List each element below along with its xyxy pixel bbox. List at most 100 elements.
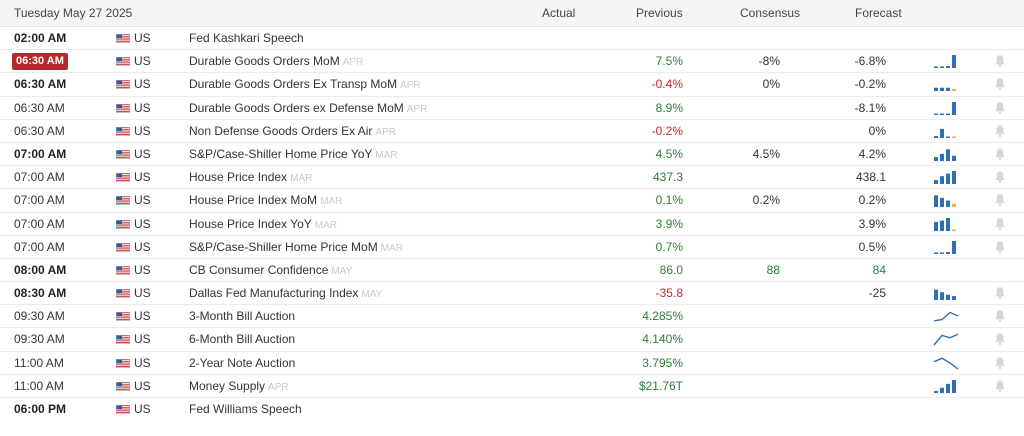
us-flag-icon [116, 265, 130, 275]
us-flag-icon [116, 405, 130, 414]
spark-bar [952, 136, 956, 138]
event-name[interactable]: Money Supply APR [189, 378, 289, 394]
previous-value: -0.4% [651, 77, 683, 92]
trend-bar-chart[interactable] [932, 378, 960, 394]
column-actual[interactable]: Actual [542, 6, 575, 20]
bell-icon[interactable] [994, 77, 1006, 91]
bell-icon[interactable] [994, 332, 1006, 346]
spark-bar [934, 289, 938, 301]
bell-icon[interactable] [994, 379, 1006, 393]
table-row[interactable]: 09:30 AM US 6-Month Bill Auction 4.140% [0, 328, 1024, 352]
trend-bar-chart[interactable] [932, 53, 960, 69]
event-name[interactable]: Durable Goods Orders Ex Transp MoM APR [189, 78, 421, 92]
table-row[interactable]: 02:00 AM US Fed Kashkari Speech [0, 27, 1024, 51]
previous-value: $21.76T [638, 378, 683, 393]
country-code: US [134, 378, 151, 393]
forecast-value: 84 [872, 262, 886, 277]
event-time: 08:00 AM [14, 262, 67, 277]
trend-line-chart[interactable] [932, 355, 960, 371]
bell-icon[interactable] [994, 101, 1006, 115]
event-name[interactable]: S&P/Case-Shiller Home Price YoY MAR [189, 147, 398, 162]
event-name[interactable]: Non Defense Goods Orders Ex Air APR [189, 124, 396, 139]
trend-line-chart[interactable] [932, 308, 960, 324]
table-row[interactable]: 07:00 AM US S&P/Case-Shiller Home Price Mo… [0, 236, 1024, 259]
trend-bar-chart[interactable] [932, 239, 960, 255]
table-row[interactable]: 06:30 AM US Durable Goods Orders MoM APR 7.5… [0, 50, 1024, 74]
reference-period: MAY [361, 289, 383, 301]
us-flag-icon [116, 149, 130, 159]
table-row[interactable]: 07:00 AM US House Price Index YoY MAR 3.9% 3.… [0, 213, 1024, 236]
table-row[interactable]: 08:00 AM US CB Consumer Confidence MAY 86.0 8… [0, 259, 1024, 283]
bell-icon[interactable] [994, 309, 1006, 323]
event-time: 07:00 AM [14, 193, 65, 208]
us-flag-icon [116, 57, 130, 67]
trend-bar-chart[interactable] [932, 123, 960, 139]
event-time: 08:30 AM [14, 286, 67, 301]
event-name[interactable]: 6-Month Bill Auction [189, 333, 295, 346]
spark-bar [940, 252, 944, 254]
event-name[interactable]: S&P/Case-Shiller Home Price MoM MAR [189, 240, 403, 255]
bell-icon[interactable] [994, 193, 1006, 207]
event-name[interactable]: House Price Index MoM MAR [189, 194, 342, 208]
table-row[interactable]: 07:00 AM US S&P/Case-Shiller Home Price Yo… [0, 143, 1024, 167]
us-flag-icon [116, 126, 130, 136]
event-name-label: Durable Goods Orders Ex Transp MoM [189, 77, 398, 92]
column-forecast[interactable]: Forecast [855, 6, 902, 20]
trend-bar-chart[interactable] [932, 100, 960, 116]
spark-bar [934, 88, 938, 92]
event-time: 11:00 AM [14, 355, 64, 370]
trend-bar-chart[interactable] [932, 192, 960, 208]
forecast-value: 3.9% [858, 216, 886, 231]
previous-value: -0.2% [651, 123, 683, 138]
country-code: US [134, 31, 151, 45]
trend-bar-chart[interactable] [932, 285, 960, 301]
spark-bar [952, 229, 956, 231]
trend-bar-chart[interactable] [932, 76, 960, 92]
bell-icon[interactable] [994, 356, 1006, 370]
table-row[interactable]: 06:00 PM US Fed Williams Speech [0, 398, 1024, 421]
bell-icon[interactable] [994, 217, 1006, 231]
event-name[interactable]: 2-Year Note Auction [189, 356, 295, 370]
event-time: 06:30 AM [14, 123, 65, 138]
bell-icon[interactable] [994, 286, 1006, 300]
event-name[interactable]: Fed Kashkari Speech [189, 32, 304, 45]
table-row[interactable]: 06:30 AM US Non Defense Goods Orders Ex Ai… [0, 120, 1024, 143]
previous-value: 7.5% [655, 54, 683, 69]
event-name[interactable]: Dallas Fed Manufacturing Index MAY [189, 287, 382, 301]
event-name[interactable]: 3-Month Bill Auction [189, 310, 295, 323]
bell-icon[interactable] [994, 170, 1006, 184]
table-row[interactable]: 06:30 AM US Durable Goods Orders ex Defens… [0, 97, 1024, 120]
table-row[interactable]: 08:30 AM US Dallas Fed Manufacturing Index… [0, 282, 1024, 306]
trend-line-chart[interactable] [932, 331, 960, 347]
spark-bar [946, 173, 950, 185]
event-name-label: Money Supply [189, 378, 266, 393]
spark-bar [952, 55, 956, 69]
column-previous[interactable]: Previous [636, 6, 683, 20]
table-row[interactable]: 11:00 AM US Money Supply APR $21.76T [0, 375, 1024, 398]
event-name[interactable]: Fed Williams Speech [189, 403, 302, 416]
table-row[interactable]: 06:30 AM US Durable Goods Orders Ex Transp… [0, 73, 1024, 97]
event-name[interactable]: House Price Index YoY MAR [189, 217, 337, 232]
bell-icon[interactable] [994, 124, 1006, 138]
event-name-label: Dallas Fed Manufacturing Index [189, 286, 359, 301]
bell-icon[interactable] [994, 147, 1006, 161]
event-name[interactable]: Durable Goods Orders MoM APR [189, 55, 363, 69]
table-row[interactable]: 07:00 AM US House Price Index MAR 437.3 438.1 [0, 166, 1024, 190]
event-name[interactable]: CB Consumer Confidence MAY [189, 263, 352, 278]
column-consensus[interactable]: Consensus [740, 6, 800, 20]
table-row[interactable]: 09:30 AM US 3-Month Bill Auction 4.285% [0, 305, 1024, 329]
table-row[interactable]: 07:00 AM US House Price Index MoM MAR 0.1% 0.… [0, 189, 1024, 213]
table-header: Tuesday May 27 2025 Actual Previous Cons… [0, 0, 1024, 27]
trend-bar-chart[interactable] [932, 146, 960, 162]
trend-bar-chart[interactable] [932, 169, 960, 185]
event-name[interactable]: Durable Goods Orders ex Defense MoM APR [189, 101, 427, 116]
table-row[interactable]: 11:00 AM US 2-Year Note Auction 3.795% [0, 352, 1024, 375]
spark-bar [952, 89, 956, 92]
consensus-value: 88 [766, 262, 780, 277]
reference-period: APR [268, 381, 289, 393]
trend-bar-chart[interactable] [932, 216, 960, 232]
bell-icon[interactable] [994, 54, 1006, 68]
reference-period: MAR [375, 149, 398, 161]
bell-icon[interactable] [994, 240, 1006, 254]
event-name[interactable]: House Price Index MAR [189, 171, 312, 185]
